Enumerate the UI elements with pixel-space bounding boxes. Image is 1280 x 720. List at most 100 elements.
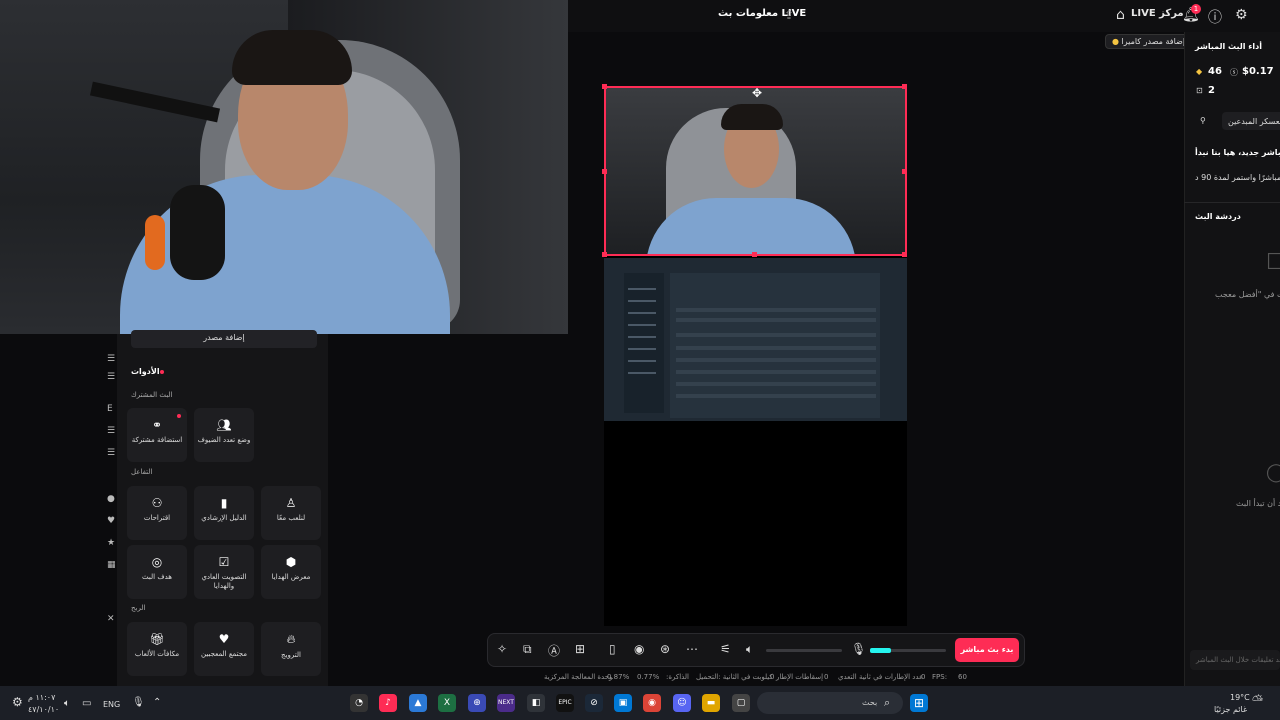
search-placeholder: بحث: [862, 698, 878, 707]
menu-icon[interactable]: ☰: [107, 354, 115, 364]
suggestions-tool[interactable]: ⚇ اقتراحات: [127, 486, 187, 540]
add-scene-icon[interactable]: ⊞: [575, 642, 585, 656]
teams-icon[interactable]: ⊕: [468, 694, 486, 712]
target-icon: ◎: [151, 555, 163, 569]
guest-mode-tool[interactable]: 👥︎ وضع تعدد الضيوف: [194, 408, 254, 462]
x-icon[interactable]: ✕: [107, 614, 115, 624]
weather-icon[interactable]: ⛅︎: [1252, 693, 1263, 709]
app-icon[interactable]: ◔: [350, 694, 368, 712]
menu-icon[interactable]: ☰: [107, 426, 115, 436]
photos-icon[interactable]: ▲: [409, 694, 427, 712]
live-performance-title: أداء البث المباشر: [1195, 42, 1262, 51]
flame-icon: 🔥︎: [286, 632, 296, 646]
captured-row: [676, 346, 876, 350]
add-source-button[interactable]: إضافة مصدر: [131, 330, 317, 348]
excel-icon[interactable]: X: [438, 694, 456, 712]
microphone-icon[interactable]: 🎙︎: [851, 642, 866, 656]
sliders-icon[interactable]: ⚟: [720, 642, 731, 656]
crop-icon[interactable]: ⧉: [523, 642, 532, 657]
record-icon[interactable]: ◉: [634, 642, 644, 656]
ai-icon[interactable]: Ⓐ: [548, 642, 560, 659]
steam-icon[interactable]: ⊘: [585, 694, 603, 712]
live-goal-tool[interactable]: ◎ هدف البث: [127, 545, 187, 599]
replay-icon[interactable]: ⊛: [660, 642, 670, 656]
volume-slider[interactable]: [766, 649, 842, 652]
grid-icon[interactable]: ▦: [107, 560, 116, 570]
clock-time[interactable]: ١١:٠٧ م: [28, 693, 55, 702]
chrome-icon[interactable]: ◉: [643, 694, 661, 712]
guide-tool[interactable]: ▮ الدليل الإرشادي: [194, 486, 254, 540]
resize-handle[interactable]: [752, 252, 757, 257]
network-tray-icon[interactable]: ▭: [82, 698, 91, 709]
earnings-value: $0.17: [1242, 66, 1274, 77]
resize-handle[interactable]: [902, 169, 907, 174]
diamond-icon: ◆: [1196, 67, 1203, 76]
help-icon[interactable]: ⓘ: [1208, 7, 1222, 27]
cpu-label: :الذاكرة: [666, 673, 689, 681]
next-app-icon[interactable]: NEXT: [497, 694, 515, 712]
move-icon[interactable]: ✥: [752, 86, 762, 100]
gift-gallery-tool[interactable]: ⬢ معرض الهدايا: [261, 545, 321, 599]
weather-temp[interactable]: 19°C: [1230, 693, 1250, 702]
speaker-icon[interactable]: 🔈︎: [746, 642, 753, 657]
more-icon[interactable]: ⋯: [686, 642, 698, 656]
resize-handle[interactable]: [602, 84, 607, 89]
language-indicator[interactable]: ENG: [103, 700, 120, 709]
resize-handle[interactable]: [902, 84, 907, 89]
epic-games-icon[interactable]: EPIC: [556, 694, 574, 712]
tools-title: الأدوات: [131, 367, 160, 376]
game-app-icon[interactable]: ◧: [527, 694, 545, 712]
volume-tray-icon[interactable]: 🔈︎: [64, 698, 70, 709]
live-center-link[interactable]: LIVE مركز: [1131, 8, 1184, 19]
dropped-value: 0: [921, 673, 926, 681]
mic-tray-icon[interactable]: 🎙︎: [132, 697, 145, 708]
section-shared-live: البث المشترك: [131, 391, 173, 399]
screen-capture-source[interactable]: [604, 258, 907, 421]
user-icon[interactable]: ⚲: [1200, 116, 1206, 125]
people-icon: ⚇: [151, 496, 163, 510]
settings-tray-icon[interactable]: ⚙: [12, 695, 23, 709]
resize-handle[interactable]: [602, 252, 607, 257]
clock-date[interactable]: ٤٧/١٠/١٠: [28, 705, 59, 714]
edit-icon[interactable]: E: [107, 404, 113, 414]
share-icon[interactable]: ⇪: [784, 8, 794, 22]
captured-row: [676, 318, 876, 322]
folder-icon[interactable]: ▬: [702, 694, 720, 712]
checkbox-icon: ☑: [218, 555, 230, 569]
window-icon[interactable]: ▢: [732, 694, 750, 712]
list-icon[interactable]: ☰: [107, 448, 115, 458]
magic-wand-icon[interactable]: ✧: [497, 642, 507, 656]
gift-games-tool[interactable]: 🎁︎ مكافآت الألعاب: [127, 622, 187, 676]
webcam-mic-arm: [89, 81, 221, 123]
chat-input-placeholder: لا توجد تعليقات خلال البث المباشر: [1196, 656, 1280, 664]
right-panel: [1184, 32, 1280, 686]
go-live-button[interactable]: بدء بث مباشر: [955, 638, 1019, 662]
star-icon[interactable]: ★: [107, 538, 115, 548]
new-indicator-dot: [177, 414, 181, 418]
fan-club-tool[interactable]: ♥ مجتمع المعجبين: [194, 622, 254, 676]
tiktok-live-icon[interactable]: ♪: [379, 694, 397, 712]
play-together-tool[interactable]: ♙ لنلعب معًا: [261, 486, 321, 540]
camera-source-frame[interactable]: [604, 86, 907, 256]
new-live-title: بث مباشر جديد، هيا بنا نبدأ: [1195, 148, 1280, 157]
discord-icon[interactable]: ☺: [673, 694, 691, 712]
gift-icon: 🎁︎: [149, 632, 165, 646]
menu-icon[interactable]: ☰: [107, 372, 115, 382]
windows-start-icon[interactable]: ⊞: [910, 694, 928, 712]
promote-tool[interactable]: 🔥︎ الترويج: [261, 622, 321, 676]
resize-handle[interactable]: [602, 169, 607, 174]
circle-icon[interactable]: ●: [107, 494, 115, 504]
weather-desc[interactable]: غائم جزئيًا: [1214, 705, 1247, 714]
taskbar-search[interactable]: [757, 692, 903, 714]
phone-icon[interactable]: ▯: [609, 642, 616, 656]
resize-handle[interactable]: [902, 252, 907, 257]
store-icon[interactable]: ▣: [614, 694, 632, 712]
captured-line: [628, 336, 656, 338]
bitrate-label: كيلوبت في الثانية :التحميل: [696, 673, 773, 681]
gear-icon[interactable]: ⚙: [1235, 7, 1248, 23]
regular-voting-tool[interactable]: ☑ التصويت العادي والهدايا: [194, 545, 254, 599]
captured-row: [676, 308, 876, 312]
chevron-up-icon[interactable]: ⌃: [153, 697, 161, 708]
heart-icon: ♥: [218, 632, 230, 646]
heart-icon[interactable]: ♥: [107, 516, 115, 526]
